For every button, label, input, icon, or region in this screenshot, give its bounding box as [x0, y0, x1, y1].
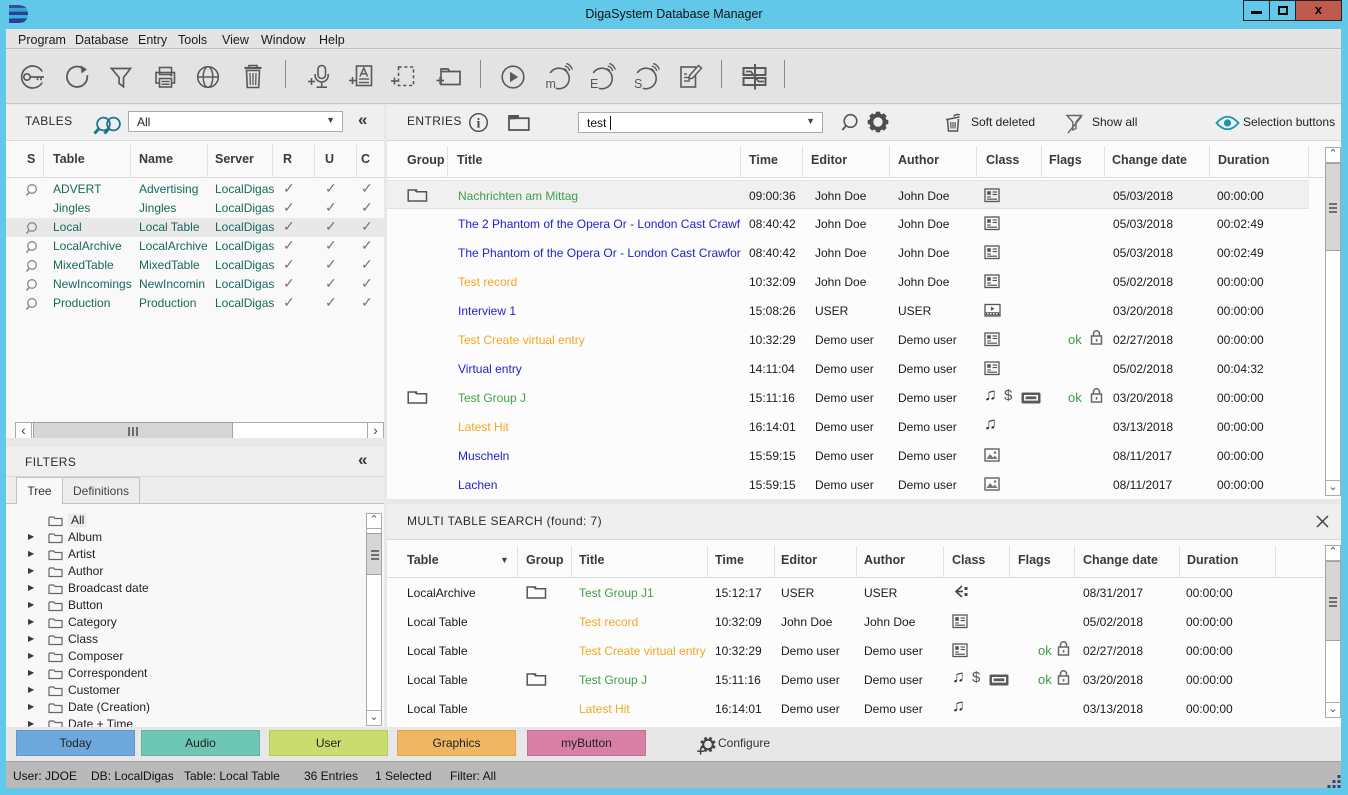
svg-text:m: m: [545, 77, 555, 91]
svg-text:i: i: [477, 117, 481, 132]
svg-text:S: S: [634, 77, 642, 91]
svg-text:E: E: [590, 77, 598, 91]
